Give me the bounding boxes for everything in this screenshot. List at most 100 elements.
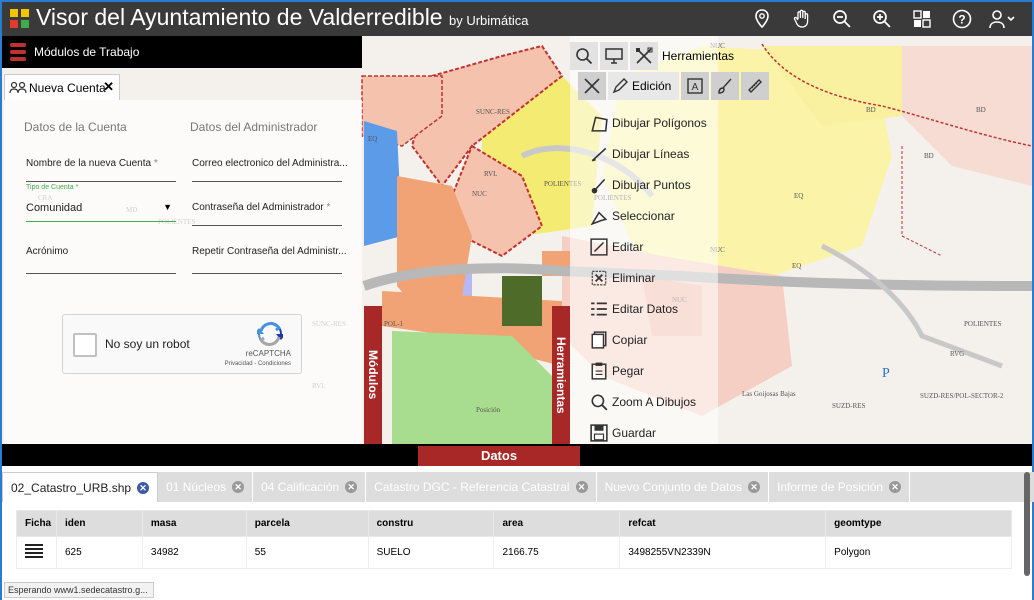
user-icon[interactable] <box>982 7 1022 31</box>
data-toggle-button[interactable]: Datos <box>418 446 580 466</box>
copy-icon <box>591 331 607 349</box>
map-label: EQ <box>368 135 378 143</box>
tool-eliminar[interactable]: Eliminar <box>590 265 655 291</box>
recaptcha-checkbox[interactable] <box>73 333 97 357</box>
edit-mode-tab[interactable]: Edición <box>608 72 680 100</box>
column-header[interactable]: refcat <box>619 510 827 537</box>
tab-strip-filler <box>910 472 1034 502</box>
map-label: Las Goijosas Bajas <box>742 390 796 398</box>
map-label: NUC <box>472 190 487 198</box>
help-icon[interactable]: ? <box>942 7 982 31</box>
data-tab-label: Catastro DGC - Referencia Catastral <box>374 480 570 494</box>
data-tab[interactable]: Catastro DGC - Referencia Catastral ✕ <box>366 472 597 502</box>
map-zone-darkgreen <box>502 276 542 326</box>
tool-zoom-a-dibujos[interactable]: Zoom A Dibujos <box>590 389 696 415</box>
tool-label: Eliminar <box>612 271 656 285</box>
app-byline: by Urbimática <box>449 13 529 28</box>
column-header[interactable]: constru <box>367 510 495 537</box>
tool-label: Editar Datos <box>612 302 679 316</box>
column-header[interactable]: iden <box>55 510 143 537</box>
data-tab[interactable]: 02_Catastro_URB.shp ✕ <box>2 472 159 502</box>
tool-dibujar-polígonos[interactable]: Dibujar Polígonos <box>590 110 707 136</box>
zoom-in-icon[interactable] <box>862 7 902 31</box>
map-label: BD <box>976 106 986 114</box>
zoom-drawings-icon <box>591 394 608 411</box>
vertical-scrollbar[interactable] <box>1024 472 1030 576</box>
map-label: SUZD-RES/POL-SECTOR-2 <box>920 392 1004 400</box>
admin-password-field[interactable]: Contraseña del Administrador * <box>192 200 342 226</box>
table-row[interactable]: 625 34982 55 SUELO 2166.75 3498255VN2339N Poly… <box>16 536 1012 569</box>
tool-editar-datos[interactable]: Editar Datos <box>590 296 678 322</box>
close-icon[interactable]: ✕ <box>232 481 245 493</box>
tool-dibujar-puntos[interactable]: Dibujar Puntos <box>590 172 691 198</box>
hand-icon[interactable] <box>782 7 822 31</box>
monitor-icon[interactable] <box>600 42 628 70</box>
modules-stack-icon[interactable] <box>10 42 26 62</box>
tool-editar[interactable]: Editar <box>590 234 643 260</box>
app-title: Visor del Ayuntamiento de Valderredible … <box>36 4 529 30</box>
map-label: Posición <box>476 406 501 414</box>
acronym-field[interactable]: Acrónimo <box>26 244 176 274</box>
column-header[interactable]: geomtype <box>825 510 1012 537</box>
record-detail-button[interactable] <box>16 536 57 569</box>
recaptcha-links[interactable]: Privacidad - Condiciones <box>225 361 291 367</box>
close-icon[interactable]: ✕ <box>103 79 114 95</box>
map-label: BD <box>924 152 934 160</box>
top-bar: Visor del Ayuntamiento de Valderredible … <box>2 2 1032 36</box>
top-toolbar: ? <box>742 7 1022 31</box>
data-tab-label: Nuevo Conjunto de Datos <box>604 480 742 494</box>
admin-password-label: Contraseña del Administrador <box>192 202 324 213</box>
recaptcha-label: No soy un robot <box>105 337 190 351</box>
users-icon <box>9 81 27 94</box>
column-header[interactable]: parcela <box>245 510 369 537</box>
close-icon[interactable]: ✕ <box>345 481 358 493</box>
zoom-out-icon[interactable] <box>822 7 862 31</box>
column-header[interactable]: Ficha <box>16 510 57 537</box>
data-tab[interactable]: 04 Calificación ✕ <box>253 472 367 502</box>
data-tab[interactable]: 01 Núcleos ✕ <box>158 472 254 502</box>
tab-nueva-cuenta[interactable]: Nueva Cuenta ✕ <box>4 74 120 100</box>
data-tab[interactable]: Informe de Posición ✕ <box>769 472 911 502</box>
admin-password-repeat-field[interactable]: Repetir Contraseña del Administr... <box>192 244 347 274</box>
table-cell: 625 <box>55 536 143 569</box>
location-icon[interactable] <box>742 7 782 31</box>
close-icon[interactable]: ✕ <box>748 481 760 493</box>
brush-icon[interactable] <box>711 72 740 100</box>
tool-seleccionar[interactable]: Seleccionar <box>590 203 675 229</box>
layers-icon[interactable] <box>902 7 942 31</box>
tool-dibujar-líneas[interactable]: Dibujar Líneas <box>590 141 689 167</box>
close-icon[interactable]: ✕ <box>575 481 588 493</box>
data-tabs: 02_Catastro_URB.shp ✕ 01 Núcleos ✕ 04 Califi… <box>2 472 1034 502</box>
account-name-field[interactable]: Nombre de la nueva Cuenta * <box>26 156 176 182</box>
tools-cross-icon[interactable] <box>578 72 606 100</box>
ruler-icon[interactable] <box>741 72 770 100</box>
tool-label: Zoom A Dibujos <box>612 395 697 409</box>
admin-email-field[interactable]: Correo electronico del Administra... <box>192 156 348 182</box>
data-tab-label: Informe de Posición <box>777 480 884 494</box>
account-type-select[interactable]: Comunidad ▼ <box>26 196 176 222</box>
list-detail-icon[interactable] <box>25 544 43 558</box>
tool-pegar[interactable]: Pegar <box>590 358 644 384</box>
edit-mode-label: Edición <box>632 79 672 93</box>
modules-header: Módulos de Trabajo <box>2 36 362 68</box>
close-icon[interactable]: ✕ <box>137 481 150 494</box>
map-label: EQ <box>792 262 802 270</box>
search-icon[interactable] <box>570 42 598 70</box>
chevron-down-icon: ▼ <box>163 202 172 212</box>
tools-side-tab[interactable]: Herramientas <box>552 306 570 444</box>
svg-text:A: A <box>692 82 699 93</box>
column-header[interactable]: masa <box>141 510 247 537</box>
tab-nueva-cuenta-label: Nueva Cuenta <box>29 81 106 95</box>
text-annotation-icon[interactable]: A <box>681 72 710 100</box>
tool-guardar[interactable]: Guardar <box>590 420 656 446</box>
modules-side-tab[interactable]: Módulos <box>364 306 382 444</box>
tool-label: Pegar <box>612 364 645 378</box>
table-cell: SUELO <box>367 536 495 569</box>
close-icon[interactable]: ✕ <box>889 481 902 493</box>
tool-copiar[interactable]: Copiar <box>590 327 647 353</box>
modules-header-label: Módulos de Trabajo <box>34 45 140 59</box>
column-header[interactable]: area <box>493 510 621 537</box>
polygon-icon <box>591 116 608 132</box>
data-tab[interactable]: Nuevo Conjunto de Datos ✕ <box>596 472 769 502</box>
tools-icon[interactable] <box>630 42 658 70</box>
